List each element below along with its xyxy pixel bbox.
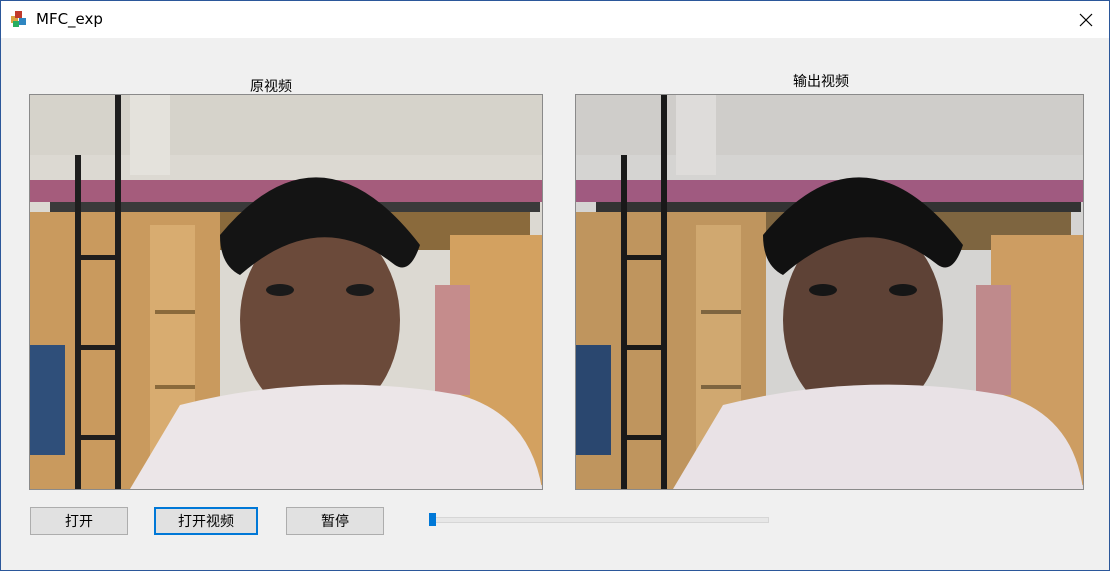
close-icon: [1079, 13, 1093, 26]
progress-slider-track[interactable]: [431, 517, 769, 523]
pause-button[interactable]: 暂停: [286, 507, 384, 535]
close-button[interactable]: [1063, 1, 1109, 38]
window-title: MFC_exp: [36, 10, 103, 28]
original-video-view: [29, 94, 543, 490]
original-video-label: 原视频: [250, 79, 292, 95]
open-video-button[interactable]: 打开视频: [154, 507, 258, 535]
open-button[interactable]: 打开: [30, 507, 128, 535]
output-video-label: 输出视频: [793, 74, 849, 90]
title-bar: MFC_exp: [1, 1, 1109, 38]
mfc-app-icon: [10, 10, 28, 28]
main-window: MFC_exp 原视频 输出视频 打开 打开视频 暂停: [0, 0, 1110, 571]
progress-slider-thumb[interactable]: [429, 513, 436, 526]
output-video-view: [575, 94, 1084, 490]
